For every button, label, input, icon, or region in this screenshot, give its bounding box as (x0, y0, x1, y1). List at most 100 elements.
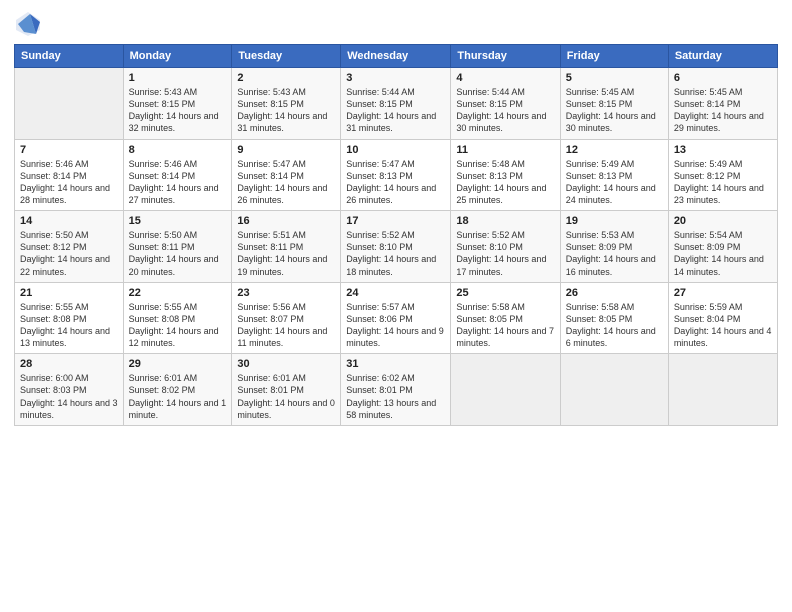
day-number: 25 (456, 287, 554, 299)
day-number: 9 (237, 144, 335, 156)
day-number: 16 (237, 215, 335, 227)
day-number: 30 (237, 358, 335, 370)
day-info: Sunrise: 5:44 AMSunset: 8:15 PMDaylight:… (346, 86, 445, 135)
day-cell: 2 Sunrise: 5:43 AMSunset: 8:15 PMDaylight… (232, 68, 341, 140)
header (14, 10, 778, 38)
week-row-5: 28 Sunrise: 6:00 AMSunset: 8:03 PMDayligh… (15, 354, 778, 426)
day-number: 8 (129, 144, 227, 156)
week-row-4: 21 Sunrise: 5:55 AMSunset: 8:08 PMDayligh… (15, 282, 778, 354)
day-info: Sunrise: 5:50 AMSunset: 8:11 PMDaylight:… (129, 229, 227, 278)
day-cell (15, 68, 124, 140)
day-info: Sunrise: 5:50 AMSunset: 8:12 PMDaylight:… (20, 229, 118, 278)
day-number: 26 (566, 287, 663, 299)
day-cell: 27 Sunrise: 5:59 AMSunset: 8:04 PMDayligh… (668, 282, 777, 354)
day-header-friday: Friday (560, 45, 668, 68)
day-number: 4 (456, 72, 554, 84)
day-cell: 10 Sunrise: 5:47 AMSunset: 8:13 PMDayligh… (341, 139, 451, 211)
day-cell: 3Sunrise: 5:44 AMSunset: 8:15 PMDaylight… (341, 68, 451, 140)
day-cell: 5Sunrise: 5:45 AMSunset: 8:15 PMDaylight… (560, 68, 668, 140)
day-header-monday: Monday (123, 45, 232, 68)
day-info: Sunrise: 5:55 AMSunset: 8:08 PMDaylight:… (129, 301, 227, 350)
day-info: Sunrise: 5:48 AMSunset: 8:13 PMDaylight:… (456, 158, 554, 207)
day-info: Sunrise: 6:02 AMSunset: 8:01 PMDaylight:… (346, 372, 445, 421)
day-cell (451, 354, 560, 426)
day-info: Sunrise: 5:47 AMSunset: 8:13 PMDaylight:… (346, 158, 445, 207)
day-number: 10 (346, 144, 445, 156)
day-info: Sunrise: 5:55 AMSunset: 8:08 PMDaylight:… (20, 301, 118, 350)
day-number: 18 (456, 215, 554, 227)
day-number: 23 (237, 287, 335, 299)
day-cell: 17 Sunrise: 5:52 AMSunset: 8:10 PMDayligh… (341, 211, 451, 283)
day-info: Sunrise: 5:52 AMSunset: 8:10 PMDaylight:… (346, 229, 445, 278)
day-number: 22 (129, 287, 227, 299)
day-cell: 8 Sunrise: 5:46 AMSunset: 8:14 PMDaylight… (123, 139, 232, 211)
day-info: Sunrise: 5:54 AMSunset: 8:09 PMDaylight:… (674, 229, 772, 278)
day-cell: 16 Sunrise: 5:51 AMSunset: 8:11 PMDayligh… (232, 211, 341, 283)
week-row-3: 14 Sunrise: 5:50 AMSunset: 8:12 PMDayligh… (15, 211, 778, 283)
day-cell: 15 Sunrise: 5:50 AMSunset: 8:11 PMDayligh… (123, 211, 232, 283)
day-number: 1 (129, 72, 227, 84)
day-info: Sunrise: 5:51 AMSunset: 8:11 PMDaylight:… (237, 229, 335, 278)
day-info: Sunrise: 5:43 AMSunset: 8:15 PMDaylight:… (237, 86, 335, 135)
page: SundayMondayTuesdayWednesdayThursdayFrid… (0, 0, 792, 612)
day-info: Sunrise: 5:56 AMSunset: 8:07 PMDaylight:… (237, 301, 335, 350)
day-cell: 29Sunrise: 6:01 AMSunset: 8:02 PMDayligh… (123, 354, 232, 426)
day-number: 31 (346, 358, 445, 370)
day-cell: 6 Sunrise: 5:45 AMSunset: 8:14 PMDaylight… (668, 68, 777, 140)
day-number: 11 (456, 144, 554, 156)
day-cell: 30 Sunrise: 6:01 AMSunset: 8:01 PMDayligh… (232, 354, 341, 426)
day-info: Sunrise: 5:44 AMSunset: 8:15 PMDaylight:… (456, 86, 554, 135)
day-info: Sunrise: 5:59 AMSunset: 8:04 PMDaylight:… (674, 301, 772, 350)
day-info: Sunrise: 5:58 AMSunset: 8:05 PMDaylight:… (456, 301, 554, 350)
day-header-thursday: Thursday (451, 45, 560, 68)
day-cell: 24 Sunrise: 5:57 AMSunset: 8:06 PMDayligh… (341, 282, 451, 354)
day-cell: 19Sunrise: 5:53 AMSunset: 8:09 PMDayligh… (560, 211, 668, 283)
day-cell: 14 Sunrise: 5:50 AMSunset: 8:12 PMDayligh… (15, 211, 124, 283)
day-number: 17 (346, 215, 445, 227)
day-cell: 9 Sunrise: 5:47 AMSunset: 8:14 PMDaylight… (232, 139, 341, 211)
day-cell: 25 Sunrise: 5:58 AMSunset: 8:05 PMDayligh… (451, 282, 560, 354)
day-header-saturday: Saturday (668, 45, 777, 68)
day-number: 14 (20, 215, 118, 227)
day-header-tuesday: Tuesday (232, 45, 341, 68)
day-info: Sunrise: 5:46 AMSunset: 8:14 PMDaylight:… (129, 158, 227, 207)
day-cell: 31 Sunrise: 6:02 AMSunset: 8:01 PMDayligh… (341, 354, 451, 426)
day-number: 2 (237, 72, 335, 84)
day-cell: 20 Sunrise: 5:54 AMSunset: 8:09 PMDayligh… (668, 211, 777, 283)
day-info: Sunrise: 6:00 AMSunset: 8:03 PMDaylight:… (20, 372, 118, 421)
day-cell: 26 Sunrise: 5:58 AMSunset: 8:05 PMDayligh… (560, 282, 668, 354)
day-number: 5 (566, 72, 663, 84)
day-cell: 11 Sunrise: 5:48 AMSunset: 8:13 PMDayligh… (451, 139, 560, 211)
day-info: Sunrise: 5:46 AMSunset: 8:14 PMDaylight:… (20, 158, 118, 207)
day-number: 24 (346, 287, 445, 299)
day-cell (560, 354, 668, 426)
logo-icon (14, 10, 42, 38)
day-info: Sunrise: 5:58 AMSunset: 8:05 PMDaylight:… (566, 301, 663, 350)
day-number: 20 (674, 215, 772, 227)
day-number: 15 (129, 215, 227, 227)
day-info: Sunrise: 5:57 AMSunset: 8:06 PMDaylight:… (346, 301, 445, 350)
day-cell: 7 Sunrise: 5:46 AMSunset: 8:14 PMDaylight… (15, 139, 124, 211)
day-header-sunday: Sunday (15, 45, 124, 68)
week-row-1: 1 Sunrise: 5:43 AMSunset: 8:15 PMDaylight… (15, 68, 778, 140)
day-info: Sunrise: 6:01 AMSunset: 8:01 PMDaylight:… (237, 372, 335, 421)
day-cell: 1 Sunrise: 5:43 AMSunset: 8:15 PMDaylight… (123, 68, 232, 140)
day-cell: 13Sunrise: 5:49 AMSunset: 8:12 PMDayligh… (668, 139, 777, 211)
day-header-wednesday: Wednesday (341, 45, 451, 68)
day-cell: 4 Sunrise: 5:44 AMSunset: 8:15 PMDaylight… (451, 68, 560, 140)
day-info: Sunrise: 5:43 AMSunset: 8:15 PMDaylight:… (129, 86, 227, 135)
day-cell (668, 354, 777, 426)
day-cell: 18Sunrise: 5:52 AMSunset: 8:10 PMDayligh… (451, 211, 560, 283)
day-cell: 12Sunrise: 5:49 AMSunset: 8:13 PMDayligh… (560, 139, 668, 211)
day-info: Sunrise: 5:47 AMSunset: 8:14 PMDaylight:… (237, 158, 335, 207)
day-number: 6 (674, 72, 772, 84)
day-info: Sunrise: 5:45 AMSunset: 8:14 PMDaylight:… (674, 86, 772, 135)
day-number: 21 (20, 287, 118, 299)
day-number: 7 (20, 144, 118, 156)
day-number: 28 (20, 358, 118, 370)
week-row-2: 7 Sunrise: 5:46 AMSunset: 8:14 PMDaylight… (15, 139, 778, 211)
day-number: 27 (674, 287, 772, 299)
header-row: SundayMondayTuesdayWednesdayThursdayFrid… (15, 45, 778, 68)
day-number: 19 (566, 215, 663, 227)
day-info: Sunrise: 5:49 AMSunset: 8:13 PMDaylight:… (566, 158, 663, 207)
